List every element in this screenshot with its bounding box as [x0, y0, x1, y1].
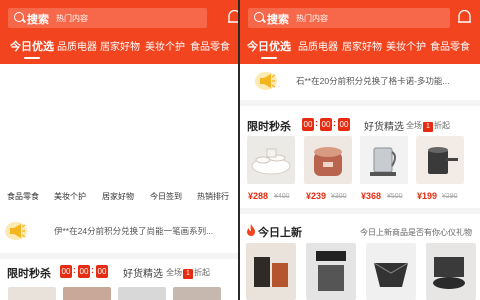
section-divider	[240, 100, 480, 106]
product-thumb-icon	[254, 257, 288, 287]
product-price: ¥199	[417, 191, 438, 201]
section-divider	[240, 208, 480, 214]
notice-bar[interactable]: 石**在20分前积分兑换了格卡诺-多功能...	[240, 68, 480, 92]
notice-bar[interactable]: 伊**在24分前积分兑换了尚能一笔画系列...	[0, 218, 238, 242]
nav-item-beauty[interactable]: 美妆个护	[54, 191, 86, 202]
product-image[interactable]	[306, 243, 356, 300]
promo-prefix: 全场	[406, 121, 422, 130]
countdown-colon: :	[91, 265, 94, 275]
search-label: 搜索	[267, 14, 289, 26]
countdown-hours: 00	[60, 265, 72, 278]
good-picks-title[interactable]: 好货精选	[364, 118, 404, 133]
product-thumb-icon	[373, 262, 409, 287]
promo-suffix: 折起	[194, 268, 210, 277]
message-icon[interactable]	[227, 10, 238, 25]
search-icon	[254, 12, 264, 22]
countdown-minutes: 00	[78, 265, 90, 278]
product-thumb-icon	[433, 257, 465, 289]
product-image-cooker[interactable]	[304, 136, 352, 184]
search-icon	[14, 12, 24, 22]
search-hint: 热门内容	[56, 14, 88, 23]
tab-appliances[interactable]: 品质电器	[298, 38, 338, 53]
section-divider	[0, 253, 238, 259]
product-image-kettle[interactable]	[360, 136, 408, 184]
left-screen: 搜索 热门内容 今日优选 品质电器 居家好物 美妆个护 食品零食 食品零食 美妆…	[0, 0, 238, 300]
product-original-price: ¥400	[274, 193, 290, 200]
product-price: ¥288	[248, 191, 269, 201]
message-icon[interactable]	[457, 10, 472, 25]
promo-text: 全场 1 折起	[406, 120, 450, 132]
nav-item-home[interactable]: 居家好物	[102, 191, 134, 202]
flash-sale-title: 限时秒杀	[7, 268, 51, 280]
countdown-colon: :	[73, 265, 76, 275]
search-bar[interactable]: 搜索 热门内容	[8, 8, 207, 28]
kettle-icon	[370, 147, 396, 176]
product-price: ¥239	[306, 191, 327, 201]
tab-food[interactable]: 食品零食	[430, 38, 470, 53]
countdown-colon: :	[333, 118, 336, 128]
right-screen: 搜索 热门内容 今日优选 品质电器 居家好物 美妆个护 食品零食 石**在20分…	[240, 0, 480, 300]
product-original-price: ¥290	[442, 193, 458, 200]
notice-text: 石**在20分前积分兑换了格卡诺-多功能...	[296, 76, 450, 86]
product-original-price: ¥300	[331, 193, 347, 200]
header: 搜索 热门内容 今日优选 品质电器 居家好物 美妆个护 食品零食	[0, 0, 238, 64]
flash-sale-title: 限时秒杀	[247, 121, 291, 133]
product-image-pan[interactable]	[416, 136, 464, 184]
category-tabs: 今日优选 品质电器 居家好物 美妆个护 食品零食	[240, 38, 480, 59]
nav-item-checkin[interactable]: 今日签到	[150, 191, 182, 202]
megaphone-icon	[5, 222, 27, 240]
countdown-minutes: 00	[320, 118, 332, 131]
product-image[interactable]	[366, 243, 416, 300]
product-image[interactable]	[173, 287, 221, 300]
promo-suffix: 折起	[434, 121, 450, 130]
product-image[interactable]	[426, 243, 476, 300]
promo-text: 全场 1 折起	[166, 267, 210, 279]
cooker-icon	[314, 147, 342, 176]
tab-today[interactable]: 今日优选	[10, 38, 54, 59]
nav-item-food[interactable]: 食品零食	[7, 191, 39, 202]
search-label: 搜索	[27, 14, 49, 26]
good-picks-title[interactable]: 好货精选	[123, 265, 163, 280]
category-tabs: 今日优选 品质电器 居家好物 美妆个护 食品零食	[0, 38, 238, 59]
countdown-seconds: 00	[96, 265, 108, 278]
flash-sale-header: 限时秒杀 00 : 00 : 00 好货精选 全场 1 折起	[0, 262, 238, 282]
countdown-colon: :	[315, 118, 318, 128]
product-image[interactable]	[8, 287, 56, 300]
tab-home[interactable]: 居家好物	[342, 38, 382, 53]
countdown-seconds: 00	[338, 118, 350, 131]
search-hint: 热门内容	[296, 14, 328, 23]
tab-appliances[interactable]: 品质电器	[57, 38, 97, 53]
header: 搜索 热门内容 今日优选 品质电器 居家好物 美妆个护 食品零食	[240, 0, 480, 64]
promo-prefix: 全场	[166, 268, 182, 277]
category-nav: 食品零食 美妆个护 居家好物 今日签到 热销排行	[0, 191, 238, 203]
product-thumb-icon	[316, 251, 346, 291]
product-image[interactable]	[118, 287, 166, 300]
product-image[interactable]	[246, 243, 296, 300]
product-image[interactable]	[63, 287, 111, 300]
notice-text: 伊**在24分前积分兑换了尚能一笔画系列...	[54, 226, 214, 236]
new-today-title: 今日上新	[258, 227, 302, 239]
tab-beauty[interactable]: 美妆个护	[145, 38, 185, 53]
tab-today[interactable]: 今日优选	[247, 38, 291, 59]
tab-food[interactable]: 食品零食	[190, 38, 230, 53]
tab-beauty[interactable]: 美妆个护	[386, 38, 426, 53]
countdown-hours: 00	[302, 118, 314, 131]
promo-badge: 1	[183, 269, 193, 279]
new-today-subtitle[interactable]: 今日上新商品是否有你心仪礼物	[360, 227, 472, 238]
tab-home[interactable]: 居家好物	[100, 38, 140, 53]
flash-sale-header: 限时秒杀 00 : 00 : 00 好货精选 全场 1 折起	[240, 115, 480, 135]
product-original-price: ¥500	[387, 193, 403, 200]
product-price: ¥368	[361, 191, 382, 201]
megaphone-icon	[255, 72, 277, 90]
dinnerware-icon	[251, 148, 291, 175]
pan-icon	[428, 147, 458, 174]
promo-badge: 1	[423, 122, 433, 132]
product-image-dinnerware[interactable]	[247, 136, 295, 184]
search-bar[interactable]: 搜索 热门内容	[248, 8, 450, 28]
flame-icon	[247, 224, 255, 236]
nav-item-ranking[interactable]: 热销排行	[197, 191, 229, 202]
